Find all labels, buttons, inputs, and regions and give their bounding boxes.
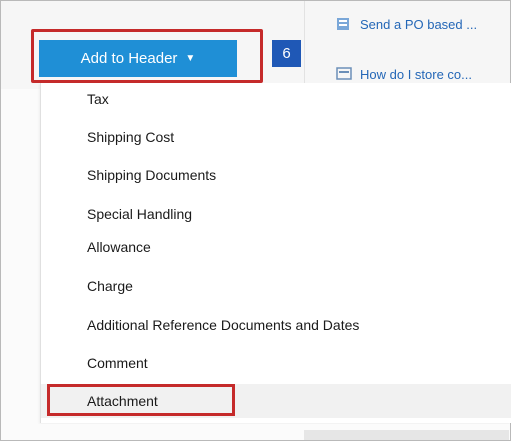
menu-item-attachment[interactable]: Attachment (41, 384, 511, 418)
help-link-label: Send a PO based ... (360, 16, 478, 32)
menu-item-charge[interactable]: Charge (87, 278, 133, 294)
step-number-badge: 6 (272, 40, 301, 67)
menu-item-special-handling[interactable]: Special Handling (87, 206, 192, 222)
menu-item-shipping-cost[interactable]: Shipping Cost (87, 129, 174, 145)
menu-item-tax[interactable]: Tax (87, 91, 109, 107)
menu-item-additional-reference-documents[interactable]: Additional Reference Documents and Dates (87, 317, 359, 333)
menu-item-allowance[interactable]: Allowance (87, 239, 151, 255)
image-icon (336, 67, 352, 81)
help-link-label: How do I store co... (360, 66, 472, 82)
menu-item-comment[interactable]: Comment (87, 355, 148, 371)
menu-item-label: Attachment (87, 393, 158, 409)
add-to-header-button[interactable]: Add to Header ▼ (39, 40, 237, 77)
help-link-store-content[interactable]: How do I store co... (336, 66, 510, 82)
column-divider (304, 1, 305, 89)
footer-bar (304, 430, 509, 440)
add-to-header-label: Add to Header (80, 50, 178, 67)
help-link-send-po[interactable]: Send a PO based ... (336, 16, 510, 32)
chevron-down-icon: ▼ (185, 53, 196, 64)
add-to-header-menu: Tax Shipping Cost Shipping Documents Spe… (40, 83, 511, 423)
menu-item-shipping-documents[interactable]: Shipping Documents (87, 167, 216, 183)
document-icon (336, 17, 352, 31)
